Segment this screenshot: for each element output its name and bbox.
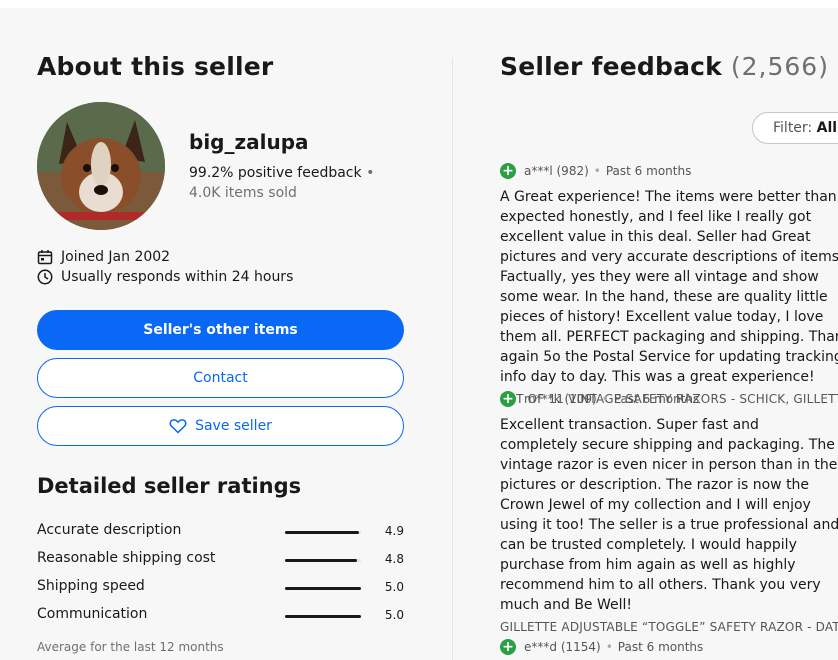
save-seller-button[interactable]: Save seller [37, 406, 404, 446]
feedback-header: + e***d (1154) • Past 6 months [500, 638, 838, 656]
clock-icon [37, 269, 53, 285]
feedback-header: + m***k (109) • Past 6 months [500, 390, 838, 408]
about-seller-title: About this seller [37, 52, 274, 81]
rating-bar-fill [285, 587, 361, 590]
feedback-text: A Great experience! The items were bette… [500, 189, 838, 385]
detailed-ratings-title: Detailed seller ratings [37, 474, 302, 498]
rating-label: Communication [37, 606, 148, 622]
dog-avatar-image [37, 102, 165, 230]
feedback-title-text: Seller feedback [500, 52, 722, 81]
rating-row: Shipping speed 5.0 [37, 578, 404, 598]
responds-row: Usually responds within 24 hours [37, 269, 293, 285]
rating-value: 4.9 [384, 524, 404, 538]
rating-bar [285, 559, 361, 562]
seller-feedback-title: Seller feedback (2,566) [500, 52, 829, 81]
seller-feedback-summary: 99.2% positive feedback • 4.0K items sol… [189, 163, 389, 203]
seller-name[interactable]: big_zalupa [189, 130, 309, 154]
heart-icon [169, 419, 187, 434]
feedback-time: Past 6 months [605, 164, 692, 178]
calendar-icon [37, 250, 53, 265]
rating-bar-fill [285, 615, 361, 618]
feedback-time: Past 6 months [617, 640, 704, 654]
joined-row: Joined Jan 2002 [37, 249, 170, 265]
positive-plus-icon: + [500, 163, 516, 179]
feedback-entry: + m***k (109) • Past 6 months Excellent … [500, 390, 838, 634]
feedback-time: Past 6 months [613, 392, 700, 406]
rating-bar [285, 587, 361, 590]
rating-label: Reasonable shipping cost [37, 550, 216, 566]
responds-text: Usually responds within 24 hours [61, 269, 294, 285]
feedback-entry: + e***d (1154) • Past 6 months [500, 638, 838, 656]
rating-value: 5.0 [384, 580, 404, 594]
sellers-other-items-button[interactable]: Seller's other items [37, 310, 404, 350]
feedback-user: e***d (1154) [524, 640, 601, 654]
feedback-filter-dropdown[interactable]: Filter: All [752, 112, 838, 144]
save-seller-label: Save seller [195, 418, 272, 434]
separator-dot: • [593, 164, 601, 178]
filter-value: All [816, 120, 838, 136]
items-sold: 4.0K items sold [189, 185, 297, 201]
separator-dot: • [605, 640, 613, 654]
feedback-header: + a***l (982) • Past 6 months [500, 162, 838, 180]
feedback-text: Excellent transaction. Super fast and co… [500, 417, 838, 613]
rating-bar [285, 615, 361, 618]
rating-label: Shipping speed [37, 578, 145, 594]
rating-value: 4.8 [384, 552, 404, 566]
feedback-user: m***k (109) [524, 392, 597, 406]
positive-plus-icon: + [500, 391, 516, 407]
contact-button[interactable]: Contact [37, 358, 404, 398]
feedback-count: (2,566) [730, 52, 829, 81]
rating-value: 5.0 [384, 608, 404, 622]
feedback-entry: + a***l (982) • Past 6 months A Great ex… [500, 162, 838, 406]
separator-dot: • [601, 392, 609, 406]
top-bar [0, 0, 838, 8]
filter-label: Filter: [773, 120, 813, 136]
rating-row: Communication 5.0 [37, 606, 404, 626]
column-divider [452, 58, 453, 660]
seller-avatar[interactable] [37, 102, 165, 230]
rating-bar-fill [285, 559, 358, 562]
positive-feedback: 99.2% positive feedback [189, 165, 362, 181]
ratings-period-note: Average for the last 12 months [37, 640, 224, 654]
rating-row: Accurate description 4.9 [37, 522, 404, 542]
positive-plus-icon: + [500, 639, 516, 655]
rating-bar-fill [285, 531, 359, 534]
joined-text: Joined Jan 2002 [61, 249, 171, 265]
rating-row: Reasonable shipping cost 4.8 [37, 550, 404, 570]
rating-bar [285, 531, 361, 534]
separator-dot: • [366, 165, 375, 181]
feedback-user: a***l (982) [524, 164, 589, 178]
rating-label: Accurate description [37, 522, 182, 538]
feedback-product-link[interactable]: GILLETTE ADJUSTABLE “TOGGLE” SAFETY RAZO… [500, 620, 838, 634]
